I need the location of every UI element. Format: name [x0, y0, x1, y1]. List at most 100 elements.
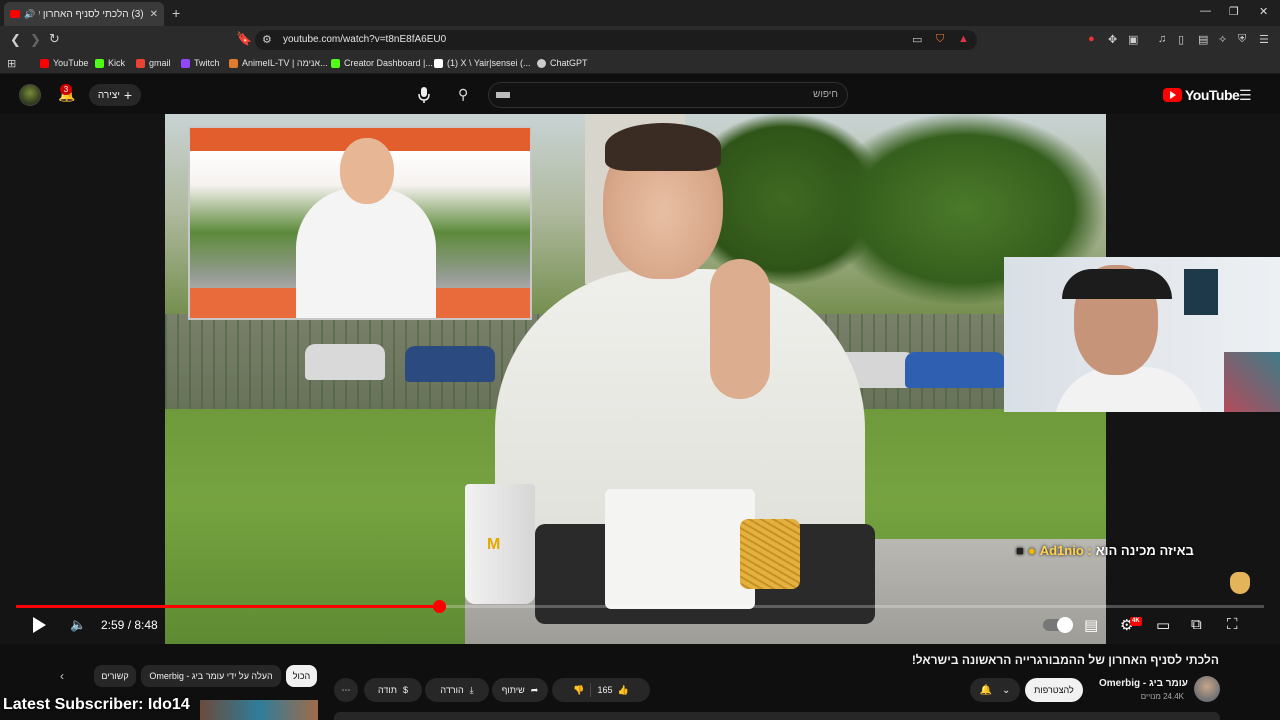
share-button[interactable]: ➦ שיתוף — [492, 678, 548, 702]
scrubber-handle[interactable] — [433, 600, 447, 613]
volume-icon[interactable]: 🔈 — [70, 617, 86, 633]
notification-pref-button[interactable]: 🔔 ⌄ — [970, 678, 1020, 702]
bookmark-label: AnimeIL-TV | אנימה... — [242, 58, 328, 68]
like-button[interactable]: 👍 165 — [597, 685, 628, 696]
scene-car — [405, 346, 495, 382]
picture-in-picture-clip — [188, 126, 532, 320]
like-count: 165 — [597, 685, 613, 695]
bookmark-label: Creator Dashboard |... — [344, 58, 433, 68]
brave-rewards-icon[interactable]: ▲ — [958, 33, 969, 45]
chips-prev-icon[interactable]: ‹ — [60, 669, 64, 683]
more-icon: ⋯ — [341, 684, 351, 695]
screenshot-icon[interactable]: ▣ — [1128, 33, 1138, 46]
bookmark-label: ChatGPT — [550, 58, 588, 68]
browser-tab-active[interactable]: 🔊 (3) הלכתי לסניף האחרון של ה ✕ — [4, 2, 164, 26]
chat-badge-icon: ■ — [1016, 543, 1024, 558]
bookmark-creator-dashboard[interactable]: Creator Dashboard |... — [331, 58, 433, 68]
stream-latest-subscriber-overlay: Latest Subscriber: Ido14 — [3, 696, 190, 713]
scene-burger-box — [605, 489, 755, 609]
scene-drink-cup — [465, 484, 535, 604]
youtube-logo[interactable]: YouTube — [1163, 87, 1240, 103]
back-icon[interactable]: ❮ — [10, 32, 21, 48]
kick-icon — [331, 58, 340, 68]
menu-icon[interactable]: ☰ — [1259, 33, 1269, 46]
tab-title: (3) הלכתי לסניף האחרון של ה — [39, 8, 144, 20]
minimize-icon[interactable]: — — [1200, 5, 1211, 17]
chat-username: Ad1nio : — [1039, 543, 1092, 558]
wallet-icon[interactable]: ▤ — [1198, 33, 1208, 46]
search-icon[interactable]: ⚲ — [458, 86, 468, 103]
channel-avatar[interactable] — [1194, 676, 1220, 702]
bookmark-icon[interactable]: 🔖 — [236, 31, 252, 47]
channel-name[interactable]: עומר ביג - Omerbig — [1099, 678, 1188, 689]
youtube-favicon-icon — [10, 10, 20, 18]
brave-shield-icon[interactable]: ⛉ — [936, 33, 944, 46]
extensions-icon[interactable]: ✥ — [1108, 33, 1117, 46]
video-title: הלכתי לסניף האחרון של ההמבורגרייה הראשונ… — [911, 653, 1219, 667]
progress-played — [16, 605, 440, 608]
chip-all[interactable]: הכול — [286, 665, 317, 687]
theater-mode-icon[interactable]: ▭ — [1156, 616, 1170, 634]
media-icon[interactable]: ♫ — [1158, 33, 1166, 45]
share-icon: ➦ — [530, 684, 539, 695]
bookmark-chatgpt[interactable]: ChatGPT — [537, 58, 588, 68]
url-text[interactable]: youtube.com/watch?v=t8nE8fA6EU0 — [283, 34, 446, 45]
download-label: הורדה — [440, 685, 464, 695]
subscribe-button[interactable]: להצטרפות — [1025, 678, 1083, 702]
download-button[interactable]: ⤓ הורדה — [425, 678, 489, 702]
apps-grid-icon[interactable]: ⊞ — [7, 57, 16, 70]
bookmark-gmail[interactable]: gmail — [136, 58, 171, 68]
gmail-icon — [136, 58, 145, 68]
youtube-logo-text: YouTube — [1185, 87, 1240, 103]
webcam-shirt — [1054, 367, 1204, 412]
progress-bar[interactable] — [16, 600, 1264, 613]
cast-icon[interactable]: ⧉ — [1191, 616, 1202, 633]
close-window-icon[interactable]: ✕ — [1259, 5, 1268, 18]
forward-icon[interactable]: ❯ — [30, 32, 41, 48]
search-placeholder: חיפוש — [813, 89, 838, 100]
more-actions-button[interactable]: ⋯ — [334, 678, 358, 702]
bookmark-label: (1) X \ Yair|sensei (... — [447, 58, 531, 68]
inset-shirt — [296, 188, 436, 318]
recommended-thumbnail[interactable] — [200, 700, 318, 720]
new-tab-button[interactable]: + — [172, 5, 180, 21]
site-info-icon[interactable]: ⚙ — [262, 33, 272, 46]
vpn-icon[interactable]: ⛨ — [1238, 33, 1246, 46]
guide-menu-icon[interactable]: ☰ — [1239, 87, 1252, 104]
inset-head — [340, 138, 394, 204]
play-icon[interactable] — [30, 616, 48, 634]
bookmark-x[interactable]: (1) X \ Yair|sensei (... — [434, 58, 531, 68]
bookmark-twitch[interactable]: Twitch — [181, 58, 220, 68]
browser-tab-bar: 🔊 (3) הלכתי לסניף האחרון של ה ✕ + — ❐ ✕ — [0, 0, 1280, 26]
create-button[interactable]: יצירה + — [89, 84, 141, 106]
close-tab-icon[interactable]: ✕ — [150, 9, 158, 20]
microphone-icon[interactable] — [415, 85, 433, 105]
restore-icon[interactable]: ❐ — [1229, 5, 1239, 18]
autoplay-toggle[interactable] — [1043, 617, 1073, 633]
fullscreen-icon[interactable]: ⛶ — [1227, 616, 1238, 633]
thanks-label: תודה — [378, 685, 397, 695]
leo-ai-icon[interactable]: ✧ — [1218, 33, 1227, 46]
animeil-icon — [229, 58, 238, 68]
sidebar-icon[interactable]: ▯ — [1178, 33, 1184, 46]
bookmark-kick[interactable]: Kick — [95, 58, 125, 68]
thanks-button[interactable]: $ תודה — [364, 678, 422, 702]
speaker-icon[interactable]: 🔊 — [24, 9, 35, 20]
search-input[interactable] — [488, 82, 848, 108]
extension-record-icon[interactable]: ● — [1088, 33, 1095, 45]
thumbs-down-icon: 👎 — [573, 684, 585, 695]
reload-icon[interactable]: ↻ — [49, 31, 60, 47]
webcam-poster — [1184, 269, 1218, 315]
bookmark-youtube[interactable]: YouTube — [40, 58, 88, 68]
cast-icon[interactable]: ▭ — [912, 33, 922, 46]
chip-uploader[interactable]: העלה על ידי עומר ביג - Omerbig — [141, 665, 281, 687]
bell-icon: 🔔 — [979, 684, 993, 696]
bookmark-animeil[interactable]: AnimeIL-TV | אנימה... — [229, 58, 328, 68]
user-avatar[interactable] — [19, 84, 41, 106]
dislike-button[interactable]: 👎 — [573, 685, 584, 696]
subtitles-icon[interactable]: ▤ — [1084, 616, 1098, 634]
description-box[interactable] — [334, 712, 1220, 720]
bookmark-label: gmail — [149, 58, 171, 68]
chip-related[interactable]: קשורים — [94, 665, 136, 687]
webcam-headphones — [1062, 269, 1172, 299]
